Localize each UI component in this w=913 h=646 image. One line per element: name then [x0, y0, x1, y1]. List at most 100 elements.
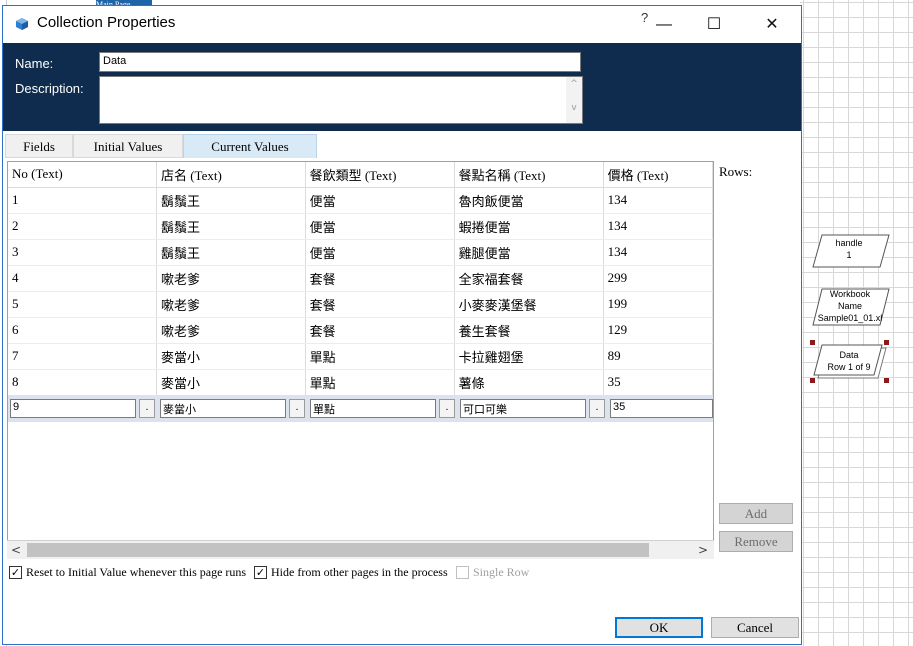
reset-checkbox[interactable]: ✓	[9, 566, 22, 579]
dialog-titlebar[interactable]: Collection Properties ? — ☐ ✕	[3, 6, 801, 43]
table-edit-row[interactable]: 9 . 麥當小 . 單點 . 可口可樂 . 35	[8, 395, 713, 422]
single-row-label: Single Row	[473, 565, 530, 579]
edit-cell-input[interactable]: 35	[610, 399, 713, 418]
table-cell[interactable]: 薯條	[454, 369, 604, 396]
table-cell[interactable]: 嗽老爹	[156, 265, 306, 292]
table-cell[interactable]: 全家福套餐	[454, 265, 604, 292]
table-cell[interactable]: 129	[603, 317, 713, 344]
table-cell[interactable]: 199	[603, 291, 713, 318]
table-row[interactable]: 5 嗽老爹 套餐 小麥麥漢堡餐 199	[8, 291, 713, 318]
selection-handle[interactable]	[810, 378, 815, 383]
table-cell[interactable]: 卡拉雞翅堡	[454, 343, 604, 370]
table-cell[interactable]: 6	[8, 317, 157, 344]
close-button[interactable]: ✕	[749, 12, 795, 38]
table-row[interactable]: 1 鬍鬚王 便當 魯肉飯便當 134	[8, 187, 713, 214]
current-values-grid[interactable]: No (Text) 店名 (Text) 餐飲類型 (Text) 餐點名稱 (Te…	[7, 161, 714, 558]
column-header[interactable]: 店名 (Text)	[156, 162, 306, 188]
table-cell[interactable]: 2	[8, 213, 157, 240]
table-row[interactable]: 8 麥當小 單點 薯條 35	[8, 369, 713, 396]
table-cell[interactable]: 134	[603, 239, 713, 266]
table-cell[interactable]: 套餐	[305, 291, 455, 318]
table-cell[interactable]: 雞腿便當	[454, 239, 604, 266]
tab-initial-values[interactable]: Initial Values	[73, 134, 183, 158]
scroll-left-icon[interactable]: <	[7, 541, 25, 559]
edit-cell-input[interactable]: 可口可樂	[460, 399, 586, 418]
tab-fields[interactable]: Fields	[5, 134, 73, 158]
table-cell[interactable]: 35	[603, 369, 713, 396]
table-cell[interactable]: 5	[8, 291, 157, 318]
tab-current-values[interactable]: Current Values	[183, 134, 317, 158]
table-cell[interactable]: 8	[8, 369, 157, 396]
reset-initial-value-option[interactable]: ✓ Reset to Initial Value whenever this p…	[9, 565, 246, 580]
table-cell[interactable]: 3	[8, 239, 157, 266]
table-cell[interactable]: 套餐	[305, 265, 455, 292]
table-cell[interactable]: 蝦捲便當	[454, 213, 604, 240]
ok-button[interactable]: OK	[615, 617, 703, 638]
table-cell[interactable]: 麥當小	[156, 369, 306, 396]
remove-row-button[interactable]: Remove	[719, 531, 793, 552]
table-cell[interactable]: 嗽老爹	[156, 291, 306, 318]
table-cell[interactable]: 134	[603, 213, 713, 240]
table-cell[interactable]: 魯肉飯便當	[454, 187, 604, 214]
table-cell[interactable]: 小麥麥漢堡餐	[454, 291, 604, 318]
description-input[interactable]: ^ v	[99, 76, 583, 124]
edit-cell-input[interactable]: 9	[10, 399, 136, 418]
scroll-down-icon[interactable]: v	[566, 103, 582, 113]
flow-shape-workbook-label: Workbook Name Sample01_01.xl	[817, 289, 883, 323]
cancel-button[interactable]: Cancel	[711, 617, 799, 638]
column-header[interactable]: 價格 (Text)	[603, 162, 713, 188]
table-row[interactable]: 6 嗽老爹 套餐 養生套餐 129	[8, 317, 713, 344]
table-cell[interactable]: 1	[8, 187, 157, 214]
rows-label: Rows:	[719, 164, 753, 179]
column-header[interactable]: 餐點名稱 (Text)	[454, 162, 604, 188]
hide-from-pages-option[interactable]: ✓ Hide from other pages in the process	[254, 565, 448, 580]
table-cell[interactable]: 套餐	[305, 317, 455, 344]
table-cell[interactable]: 鬍鬚王	[156, 187, 306, 214]
selection-handle[interactable]	[884, 378, 889, 383]
table-cell[interactable]: 便當	[305, 187, 455, 214]
table-cell[interactable]: 134	[603, 187, 713, 214]
grid-horizontal-scrollbar[interactable]: < >	[7, 540, 714, 559]
table-cell[interactable]: 89	[603, 343, 713, 370]
column-header[interactable]: No (Text)	[8, 162, 157, 188]
edit-cell-input[interactable]: 麥當小	[160, 399, 286, 418]
single-row-checkbox[interactable]	[456, 566, 469, 579]
table-cell[interactable]: 便當	[305, 239, 455, 266]
maximize-button[interactable]: ☐	[691, 12, 737, 38]
table-cell[interactable]: 單點	[305, 343, 455, 370]
table-cell[interactable]: 299	[603, 265, 713, 292]
edit-cell-input[interactable]: 單點	[310, 399, 436, 418]
name-input[interactable]: Data	[99, 52, 581, 72]
column-header[interactable]: 餐飲類型 (Text)	[305, 162, 455, 188]
edit-cell-button[interactable]: .	[439, 399, 455, 418]
table-cell[interactable]: 嗽老爹	[156, 317, 306, 344]
edit-cell-button[interactable]: .	[589, 399, 605, 418]
table-cell[interactable]: 鬍鬚王	[156, 239, 306, 266]
edit-cell-button[interactable]: .	[139, 399, 155, 418]
edit-cell-button[interactable]: .	[289, 399, 305, 418]
table-cell[interactable]: 7	[8, 343, 157, 370]
selection-handle[interactable]	[884, 340, 889, 345]
table-cell[interactable]: 鬍鬚王	[156, 213, 306, 240]
hide-checkbox[interactable]: ✓	[254, 566, 267, 579]
name-label: Name:	[15, 56, 54, 71]
table-row[interactable]: 4 嗽老爹 套餐 全家福套餐 299	[8, 265, 713, 292]
scroll-right-icon[interactable]: >	[694, 541, 712, 559]
scrollbar-thumb[interactable]	[27, 543, 649, 557]
description-scrollbar[interactable]: ^ v	[566, 77, 582, 123]
add-row-button[interactable]: Add	[719, 503, 793, 524]
description-label: Description:	[15, 81, 84, 96]
table-row[interactable]: 7 麥當小 單點 卡拉雞翅堡 89	[8, 343, 713, 370]
scroll-up-icon[interactable]: ^	[566, 79, 582, 89]
single-row-option[interactable]: Single Row	[456, 565, 529, 580]
table-cell[interactable]: 麥當小	[156, 343, 306, 370]
table-row[interactable]: 3 鬍鬚王 便當 雞腿便當 134	[8, 239, 713, 266]
table-cell[interactable]: 養生套餐	[454, 317, 604, 344]
table-cell[interactable]: 4	[8, 265, 157, 292]
collection-properties-dialog: Collection Properties ? — ☐ ✕ Name: Data…	[2, 5, 802, 645]
table-cell[interactable]: 便當	[305, 213, 455, 240]
selection-handle[interactable]	[810, 340, 815, 345]
minimize-button[interactable]: —	[641, 12, 687, 38]
table-row[interactable]: 2 鬍鬚王 便當 蝦捲便當 134	[8, 213, 713, 240]
table-cell[interactable]: 單點	[305, 369, 455, 396]
